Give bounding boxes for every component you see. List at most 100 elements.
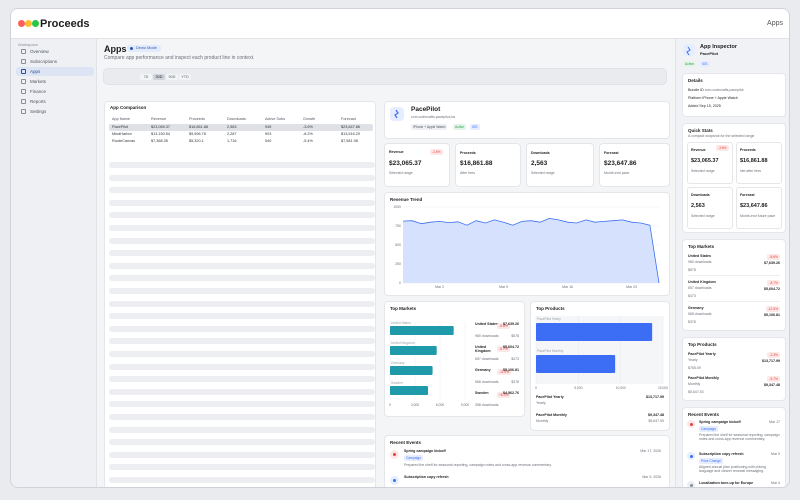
- bar-label: United States: [391, 321, 411, 325]
- table-cell: $13,516.29: [341, 132, 361, 136]
- event-title[interactable]: Spring campaign kickoff: [699, 420, 761, 424]
- column-header[interactable]: Growth: [303, 116, 315, 123]
- column-header[interactable]: Revenue: [151, 116, 166, 123]
- market-downloads: 568 downloads: [688, 312, 712, 316]
- event-title[interactable]: Localization tune-up for Europe: [699, 481, 761, 485]
- added-label: Added: [688, 104, 699, 108]
- sidebar-item-label: Settings: [30, 109, 47, 114]
- sidebar-item-markets[interactable]: Markets: [16, 77, 94, 86]
- app-comparison-card: App Comparison App Name Revenue Proceeds…: [104, 101, 376, 487]
- quick-stat-label: Proceeds: [740, 148, 756, 152]
- inspector-markets-title: Top Markets: [688, 244, 715, 249]
- x-tick-label: Mar 16: [562, 285, 573, 289]
- loading-placeholder-row: [109, 313, 375, 320]
- event-title[interactable]: Subscription copy refresh: [699, 452, 761, 456]
- table-row[interactable]: RouteCanvas $7,368.35 $5,320.1 1,716 540 -5.4…: [109, 138, 373, 145]
- detail-bundle-id: com.codecrafts.pacepilot.ios: [411, 115, 456, 119]
- event-icon-dot: [689, 422, 693, 426]
- app-inspector: App Inspector PacePilot Active iOS Detai…: [675, 39, 789, 487]
- range-7d[interactable]: 7D: [140, 74, 152, 80]
- close-window-button[interactable]: [18, 20, 25, 27]
- event-description: Prepared the shelf for seasonal reportin…: [404, 463, 552, 467]
- column-header[interactable]: Forecast: [341, 116, 356, 123]
- product-delta: -5.7%: [767, 376, 780, 382]
- product-value: $13,717.99: [762, 359, 780, 363]
- x-tick-label: 15,000: [658, 386, 668, 390]
- globe-icon: [21, 79, 26, 84]
- x-tick-label: 0: [535, 386, 537, 390]
- product-period: Monthly: [536, 419, 549, 423]
- product-name[interactable]: PacePilot Monthly: [688, 376, 719, 380]
- loading-placeholder-row: [109, 338, 375, 345]
- table-row[interactable]: PacePilot $23,065.37 $16,861.88 2,563 945 -3.…: [109, 124, 373, 131]
- column-header[interactable]: App Name: [112, 116, 130, 123]
- product-name[interactable]: PacePilot Yearly: [688, 352, 716, 356]
- sidebar-item-settings[interactable]: Settings: [16, 107, 94, 116]
- table-cell: -5.4%: [303, 139, 313, 143]
- product-period: Yearly: [536, 401, 546, 405]
- column-header[interactable]: Downloads: [227, 116, 246, 123]
- bundle-label: Bundle ID: [688, 88, 704, 92]
- recent-events-card: Recent Events Spring campaign kickoff Ma…: [384, 435, 670, 487]
- market-sub-value: $378: [511, 380, 519, 384]
- loading-placeholder-row: [109, 262, 375, 269]
- market-name[interactable]: United States: [688, 254, 711, 258]
- table-cell: 1,716: [227, 139, 237, 143]
- market-delta: -11.5%: [765, 306, 780, 312]
- x-tick-label: 10,000: [616, 386, 626, 390]
- event-tag: Campaign: [699, 426, 719, 432]
- product-value: $9,347.48: [648, 413, 664, 417]
- event-date: Mar 17, 2026: [640, 449, 661, 453]
- bar-label: Germany: [391, 361, 405, 365]
- bar-label: Sweden: [391, 381, 403, 385]
- range-90d[interactable]: 90D: [166, 74, 178, 80]
- stat-value: $23,065.37: [389, 160, 422, 167]
- y-tick-label: 500: [395, 243, 401, 247]
- table-cell: $13,150.54: [151, 132, 171, 136]
- product-bar: [536, 323, 653, 341]
- table-row[interactable]: MindHarbor $13,150.54 $9,596.78 2,287 903 -8.…: [109, 131, 373, 138]
- y-tick-label: 1000: [393, 205, 401, 209]
- page-title: Apps: [104, 44, 127, 54]
- sidebar-item-overview[interactable]: Overview: [16, 47, 94, 56]
- event-date: Mar 17: [769, 420, 780, 424]
- event-description: Prepared the shelf for seasonal reportin…: [699, 433, 780, 441]
- revenue-trend-card: Revenue Trend 0 250 500 750 1000 Mar 2 Mar 9 Ma…: [384, 192, 670, 296]
- range-30d[interactable]: 30D: [153, 74, 165, 80]
- page-subtitle: Compare app performance and inspect each…: [104, 55, 255, 61]
- bar-label: PacePilot Yearly: [537, 317, 561, 321]
- y-tick-label: 0: [399, 281, 401, 285]
- table-cell: 945: [265, 125, 272, 129]
- market-name[interactable]: Germany: [688, 306, 704, 310]
- minimize-window-button[interactable]: [25, 20, 32, 27]
- stat-value: $23,647.86: [604, 160, 637, 167]
- app-comparison-title: App Comparison: [110, 105, 147, 110]
- range-ytd[interactable]: YTD: [179, 74, 191, 80]
- product-sub-value: $765.09: [688, 366, 701, 370]
- table-cell: 2,287: [227, 132, 237, 136]
- loading-placeholder-row: [109, 212, 375, 219]
- inspector-events-card: Recent Events Spring campaign kickoff Mar…: [682, 407, 786, 487]
- stat-note: After fees: [460, 171, 475, 175]
- event-date: Mar 9, 2026: [642, 475, 661, 479]
- market-value: $5,106.81: [764, 313, 780, 317]
- loading-placeholder-row: [109, 199, 375, 206]
- market-name[interactable]: United Kingdom: [688, 280, 716, 284]
- column-header[interactable]: Active Subs: [265, 116, 285, 123]
- bundle-value: com.codecrafts.pacepilot: [704, 88, 744, 92]
- platform-label: Platform: [688, 96, 702, 100]
- sidebar-item-finance[interactable]: Finance: [16, 87, 94, 96]
- market-bar: [390, 366, 433, 375]
- x-tick-label: 0: [389, 403, 391, 407]
- sidebar-item-reports[interactable]: Reports: [16, 97, 94, 106]
- event-date: Mar 9: [771, 452, 780, 456]
- sidebar-item-apps[interactable]: Apps: [16, 67, 94, 76]
- stat-label: Downloads: [531, 151, 550, 155]
- column-header[interactable]: Proceeds: [189, 116, 205, 123]
- loading-placeholder-row: [109, 451, 375, 458]
- stat-label: Revenue: [389, 150, 404, 154]
- sku-badge: iOS: [700, 61, 710, 67]
- sku-badge: iOS: [470, 124, 480, 130]
- sidebar-item-subscriptions[interactable]: Subscriptions: [16, 57, 94, 66]
- zoom-window-button[interactable]: [32, 20, 39, 27]
